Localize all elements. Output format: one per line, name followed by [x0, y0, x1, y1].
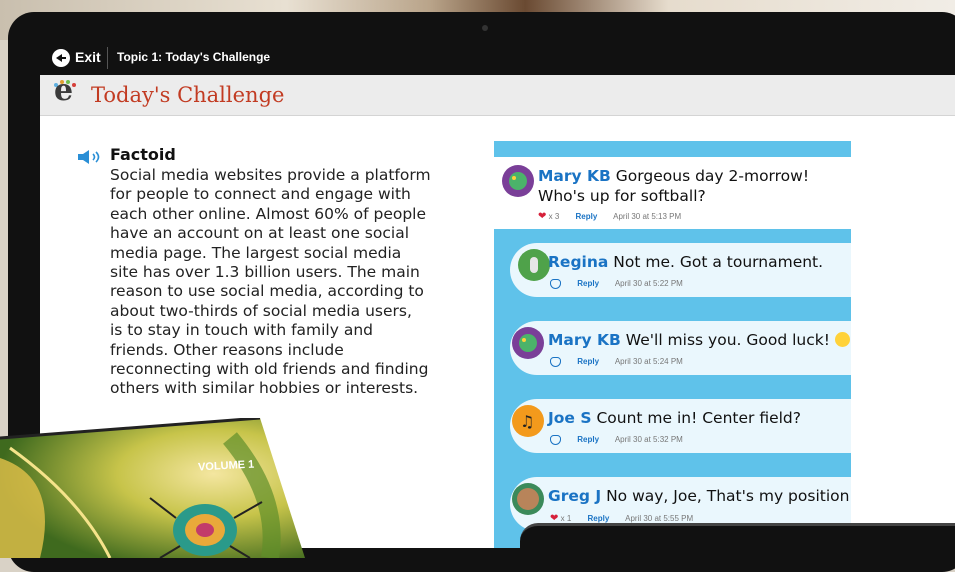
factoid-heading: Factoid — [110, 145, 176, 164]
camera-dot — [482, 25, 488, 31]
avatar: ♫ — [512, 405, 544, 437]
reply-item: Regina Not me. Got a tournament. Reply A… — [510, 243, 851, 297]
reply-message: Not me. Got a tournament. — [613, 253, 824, 271]
main-post-text: Mary KB Gorgeous day 2-morrow! — [538, 167, 809, 185]
timestamp: April 30 at 5:55 PM — [625, 514, 694, 523]
reply-text: Regina Not me. Got a tournament. — [548, 253, 823, 271]
reply-meta: Reply April 30 at 5:32 PM — [550, 435, 683, 445]
reply-author[interactable]: Mary KB — [548, 331, 621, 349]
reply-button[interactable]: Reply — [588, 514, 610, 523]
factoid-line: have an account on at least one social — [110, 224, 410, 243]
timestamp: April 30 at 5:32 PM — [614, 435, 683, 445]
avatar — [512, 483, 544, 515]
like-count: x 1 — [560, 514, 572, 523]
factoid-line: about two-thirds of social media users, — [110, 301, 412, 320]
reply-message: We'll miss you. Good luck! — [625, 331, 830, 349]
back-arrow-icon[interactable] — [52, 49, 70, 67]
second-tablet-edge — [520, 523, 955, 566]
post-meta: ❤ x 3 Reply April 30 at 5:13 PM — [538, 211, 681, 222]
social-feed-panel: Mary KB Gorgeous day 2-morrow! Who's up … — [494, 141, 851, 548]
avatar — [502, 165, 534, 197]
avatar — [518, 249, 550, 281]
heart-outline-icon[interactable] — [550, 279, 561, 289]
reply-button[interactable]: Reply — [577, 435, 599, 444]
heart-outline-icon[interactable] — [550, 435, 561, 445]
factoid-text: Social media websites provide a platform… — [110, 166, 470, 399]
reply-meta: Reply April 30 at 5:24 PM — [550, 357, 683, 367]
topic-breadcrumb: Topic 1: Today's Challenge — [117, 50, 271, 64]
e-logo-icon: e — [50, 76, 80, 110]
reply-author[interactable]: Greg J — [548, 487, 601, 505]
factoid-line: each other online. Almost 60% of people — [110, 204, 427, 223]
heart-filled-icon[interactable]: ❤ — [538, 211, 546, 222]
exit-button[interactable]: Exit — [75, 49, 101, 65]
reply-text: Greg J No way, Joe, That's my position! — [548, 487, 851, 505]
timestamp: April 30 at 5:22 PM — [614, 279, 683, 289]
reply-message: Count me in! Center field? — [596, 409, 801, 427]
smiley-icon — [834, 332, 850, 347]
factoid-line: is to stay in touch with family and — [110, 321, 374, 340]
post-text-line2: Who's up for softball? — [538, 187, 706, 205]
avatar — [512, 327, 544, 359]
reply-text: Mary KB We'll miss you. Good luck! — [548, 331, 850, 349]
page-title: Today's Challenge — [91, 83, 285, 107]
reply-item: ♫ Joe S Count me in! Center field? Reply… — [510, 399, 851, 453]
factoid-line: Social media websites provide a platform — [110, 166, 431, 184]
factoid-line: reconnecting with old friends and findin… — [110, 360, 429, 379]
timestamp: April 30 at 5:24 PM — [614, 357, 683, 367]
divider — [107, 47, 108, 69]
factoid-line: others with similar hobbies or interests… — [110, 379, 419, 398]
heart-outline-icon[interactable] — [550, 357, 561, 367]
reply-item: Mary KB We'll miss you. Good luck! Reply… — [510, 321, 851, 375]
reply-text: Joe S Count me in! Center field? — [548, 409, 801, 427]
like-count: x 3 — [548, 212, 560, 221]
main-post: Mary KB Gorgeous day 2-morrow! Who's up … — [494, 157, 851, 229]
factoid-line: site has over 1.3 billion users. The mai… — [110, 263, 420, 282]
reply-button[interactable]: Reply — [577, 279, 599, 288]
post-author[interactable]: Mary KB — [538, 167, 611, 185]
reply-author[interactable]: Regina — [548, 253, 608, 271]
speaker-icon[interactable] — [77, 149, 105, 165]
svg-text:♫: ♫ — [520, 412, 534, 431]
timestamp: April 30 at 5:13 PM — [613, 212, 682, 221]
factoid-line: reason to use social media, according to — [110, 282, 424, 301]
reply-author[interactable]: Joe S — [548, 409, 592, 427]
reply-meta: Reply April 30 at 5:22 PM — [550, 279, 683, 289]
factoid-line: media page. The largest social media — [110, 243, 402, 262]
reply-button[interactable]: Reply — [576, 212, 598, 221]
reply-message: No way, Joe, That's my position! — [606, 487, 851, 505]
post-text-line1: Gorgeous day 2-morrow! — [615, 167, 810, 185]
book-cover-image: VOLUME 1 — [0, 418, 305, 558]
factoid-line: friends. Other reasons include — [110, 340, 344, 359]
reply-button[interactable]: Reply — [577, 357, 599, 366]
factoid-line: for people to connect and engage with — [110, 185, 411, 204]
